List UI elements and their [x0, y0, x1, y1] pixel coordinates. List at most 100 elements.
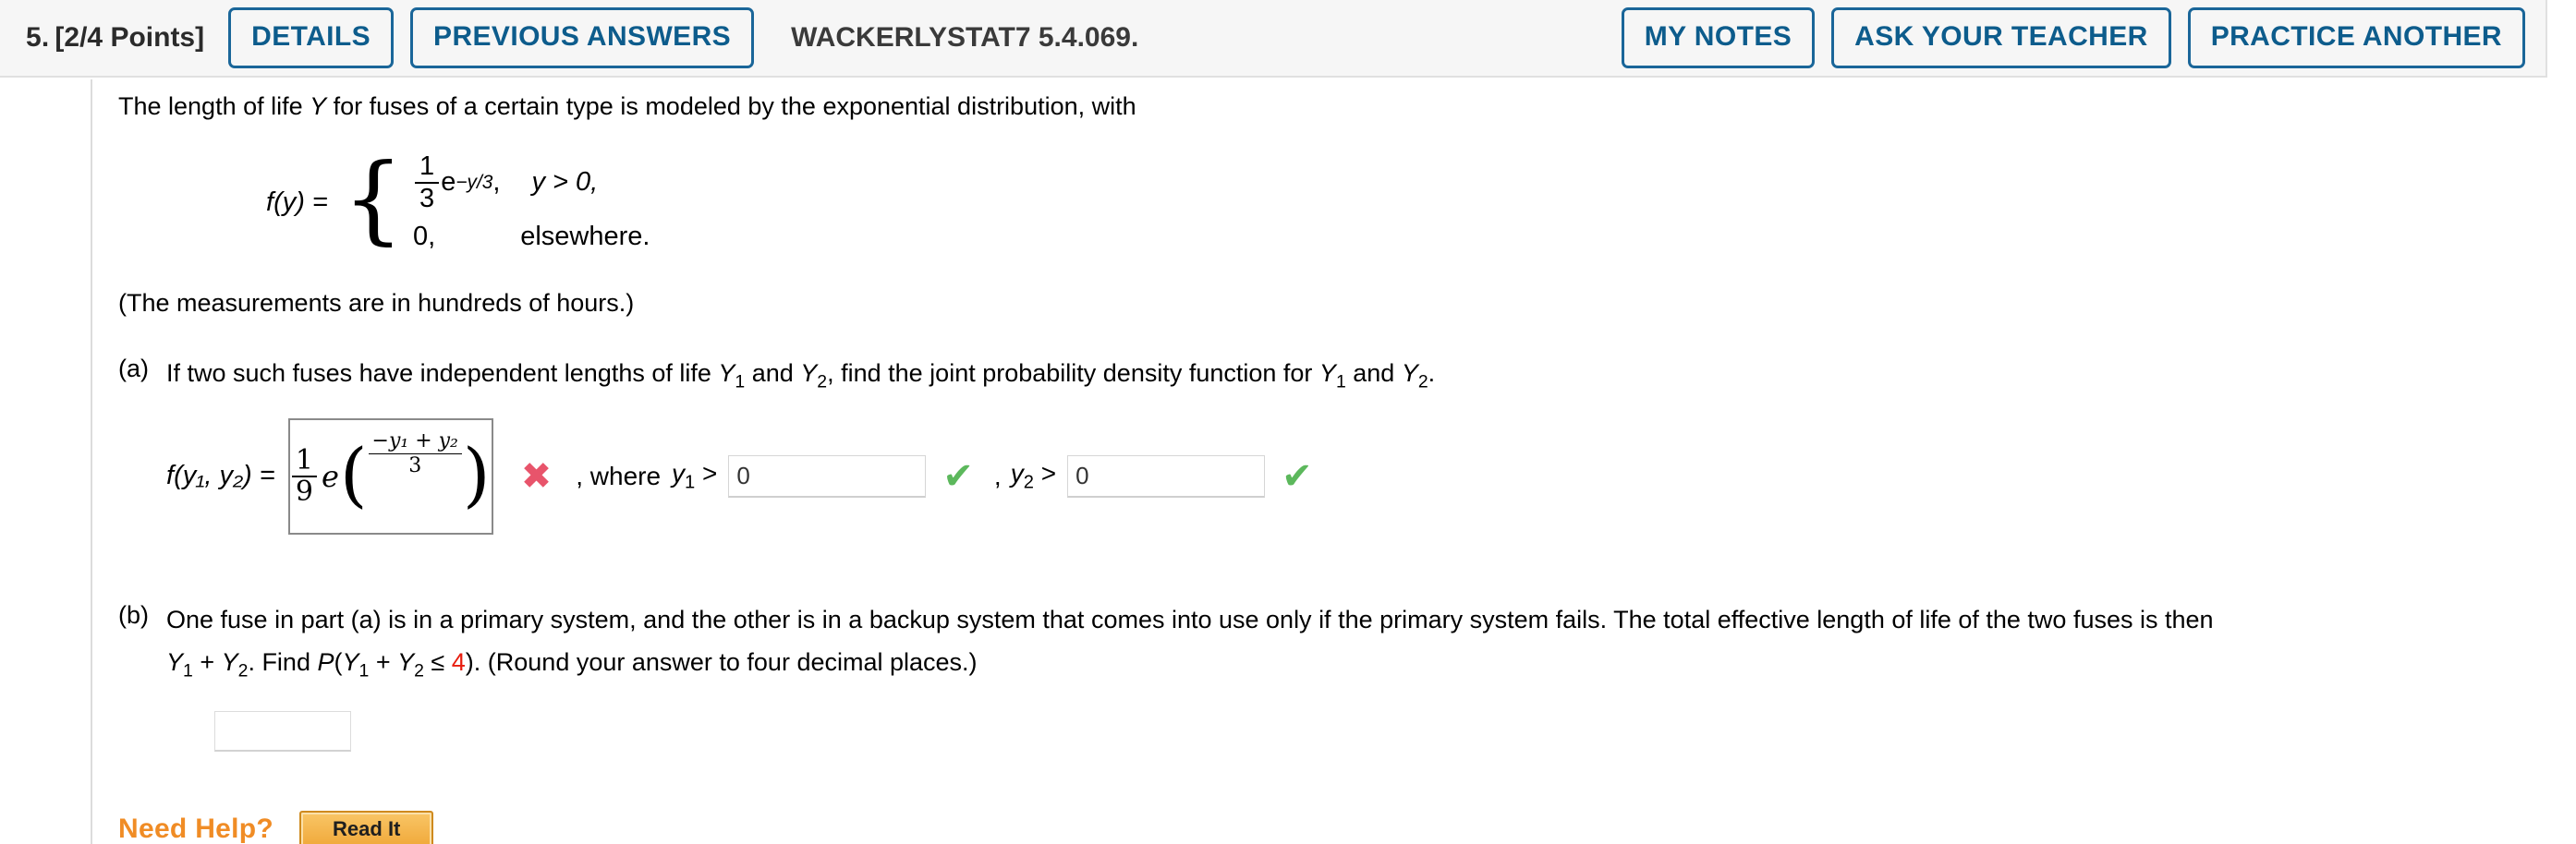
part-a-text-5: .: [1428, 359, 1436, 388]
incorrect-x-icon: ✖: [520, 455, 553, 497]
details-button[interactable]: DETAILS: [228, 7, 395, 68]
condition-2-input[interactable]: [1067, 454, 1266, 498]
function-f-symbol: f: [266, 187, 274, 217]
fraction-denominator: 3: [419, 183, 435, 213]
part-a-text-1: If two such fuses have independent lengt…: [166, 359, 719, 388]
answer-function-symbol: f: [166, 461, 175, 491]
part-b-line-1: One fuse in part (a) is in a primary sys…: [166, 605, 2214, 633]
coef-denominator: 9: [295, 475, 313, 508]
cond2-operator: >: [1040, 458, 1057, 488]
fraction-numerator: 1: [415, 152, 440, 184]
part-a-answer-row: f(y₁, y₂) = 1 9 e ( −y₁ + y₂ 3 ) ✖ , whe…: [166, 417, 2521, 535]
exponential-exponent: −y/3: [456, 171, 493, 193]
pb-threshold-value: 4: [451, 648, 466, 677]
cond1-operator: >: [702, 458, 718, 488]
cond1-subscript: 1: [685, 472, 696, 493]
cond2-variable: y: [1010, 458, 1024, 488]
right-paren-glyph: ): [462, 433, 491, 516]
pb-var-y2b: Y: [397, 648, 415, 677]
piecewise-lhs: f(y) =: [266, 187, 328, 218]
my-notes-button[interactable]: MY NOTES: [1621, 7, 1816, 68]
pb-leq-operator: ≤: [423, 648, 452, 677]
exponential-base: e: [441, 167, 456, 198]
pb-sub-3: 1: [358, 660, 370, 681]
exponent-denominator: 3: [408, 454, 422, 478]
problem-intro-line: The length of life Y for fuses of a cert…: [118, 89, 2521, 125]
question-title: WACKERLYSTAT7 5.4.069.: [791, 22, 1139, 53]
piecewise-row-1: 1 3 e −y/3, y > 0,: [413, 152, 650, 212]
part-a-sub-2: 2: [817, 371, 828, 392]
where-label: , where: [576, 461, 662, 490]
measurements-note: (The measurements are in hundreds of hou…: [118, 289, 635, 318]
need-help-section: Need Help? Read It: [118, 810, 2521, 844]
problem-intro-text-1: The length of life: [118, 92, 310, 120]
question-header-bar: 5. [2/4 Points] DETAILS PREVIOUS ANSWERS…: [0, 0, 2547, 78]
question-body: The length of life Y for fuses of a cert…: [118, 89, 2521, 844]
pb-var-y1b: Y: [342, 648, 359, 677]
pb-trailing-text: ). (Round your answer to four decimal pl…: [465, 648, 978, 677]
part-b-text: One fuse in part (a) is in a primary sys…: [166, 601, 2521, 752]
pb-var-y2: Y: [221, 648, 238, 677]
part-b-line-2: Y1 + Y2. Find P(Y1 + Y2 ≤ 4). (Round you…: [166, 644, 2521, 685]
exponent-fraction: −y₁ + y₂ 3: [368, 429, 462, 478]
ask-your-teacher-button[interactable]: ASK YOUR TEACHER: [1831, 7, 2171, 68]
problem-intro-text-2: for fuses of a certain type is modeled b…: [326, 92, 1136, 120]
part-a: (a) If two such fuses have independent l…: [118, 355, 2521, 396]
part-b-answer-input[interactable]: [214, 710, 351, 752]
cond2-subscript: 2: [1023, 472, 1034, 493]
pb-find-text: . Find: [248, 648, 318, 677]
joint-density-expression: 1 9 e ( −y₁ + y₂ 3 ): [290, 429, 492, 516]
pb-plus-2: +: [369, 648, 398, 677]
condition-separator-comma: ,: [993, 461, 1002, 490]
answer-exponential-base: e: [321, 458, 339, 494]
one-third-fraction: 1 3: [415, 152, 440, 213]
need-help-label: Need Help?: [118, 814, 274, 844]
part-a-text-4: and: [1345, 359, 1402, 388]
pb-sub-2: 2: [237, 660, 249, 681]
question-number: 5.: [26, 22, 50, 53]
piecewise-rows: 1 3 e −y/3, y > 0, 0, elsewhere.: [413, 152, 650, 252]
part-a-sub-1b: 1: [1335, 371, 1346, 392]
part-a-text-2: and: [745, 359, 801, 388]
part-a-var-y2b: Y: [1401, 359, 1418, 388]
piecewise-row-2: 0, elsewhere.: [413, 222, 650, 252]
correct-check-icon-2: ✔: [1282, 455, 1313, 497]
part-a-text-3: , find the joint probability density fun…: [827, 359, 1319, 388]
answer-function-args: (y₁, y₂) =: [174, 461, 275, 491]
pb-plus-1: +: [192, 648, 222, 677]
part-b-label: (b): [118, 600, 149, 629]
pb-sub-4: 2: [414, 660, 424, 681]
exponent-numerator: −y₁ + y₂: [368, 429, 462, 455]
row1-comma: ,: [492, 167, 501, 198]
part-a-text: If two such fuses have independent lengt…: [166, 355, 2521, 396]
problem-page: 5. [2/4 Points] DETAILS PREVIOUS ANSWERS…: [0, 0, 2576, 844]
part-a-var-y2: Y: [800, 359, 818, 388]
part-a-label: (a): [118, 355, 149, 383]
condition-1-expression: y1 >: [672, 459, 717, 494]
points-badge: [2/4 Points]: [55, 22, 205, 53]
piecewise-value-2: 0,: [413, 222, 436, 252]
cond1-variable: y: [672, 458, 686, 488]
practice-another-button[interactable]: PRACTICE ANOTHER: [2187, 7, 2525, 68]
previous-answers-button[interactable]: PREVIOUS ANSWERS: [410, 7, 755, 68]
part-b: (b) One fuse in part (a) is in a primary…: [118, 601, 2521, 752]
part-a-sub-2b: 2: [1417, 371, 1428, 392]
piecewise-condition-1: y > 0,: [531, 167, 599, 198]
condition-2-expression: y2 >: [1011, 459, 1056, 494]
coef-numerator: 1: [291, 446, 317, 477]
read-it-button[interactable]: Read It: [299, 810, 434, 844]
condition-1-input[interactable]: [728, 454, 927, 498]
piecewise-condition-2: elsewhere.: [520, 222, 650, 252]
part-a-answer-lhs: f(y₁, y₂) =: [166, 461, 275, 491]
left-curly-brace: {: [342, 141, 405, 255]
variable-Y: Y: [310, 92, 327, 120]
correct-check-icon-1: ✔: [942, 455, 974, 497]
part-a-sub-1: 1: [735, 371, 746, 392]
part-a-var-y1b: Y: [1318, 359, 1336, 388]
left-paren-glyph: (: [339, 433, 368, 516]
one-ninth-fraction: 1 9: [291, 446, 317, 508]
left-divider-rule: [91, 79, 92, 844]
part-a-var-y1: Y: [718, 359, 735, 388]
part-a-answer-mathbox[interactable]: 1 9 e ( −y₁ + y₂ 3 ): [287, 417, 493, 535]
pb-sub-1: 1: [183, 660, 193, 681]
